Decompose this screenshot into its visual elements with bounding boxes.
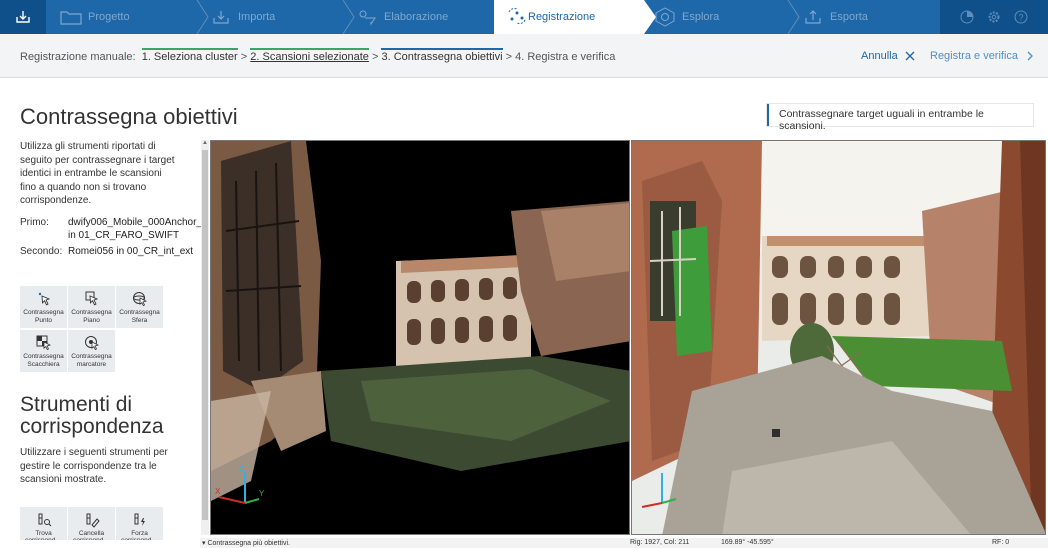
top-nav: Progetto Importa Elaborazione Registrazi… <box>0 0 1048 34</box>
breadcrumb-step-mark-targets: 3. Contrassegna obiettivi <box>381 48 503 63</box>
tools-panel: Utilizza gli strumenti riportati di segu… <box>20 140 202 540</box>
step-progetto[interactable]: Progetto <box>60 0 130 34</box>
breadcrumb: Registrazione manuale: 1. Seleziona clus… <box>0 34 1048 78</box>
register-verify-label: Registra e verifica <box>930 50 1019 62</box>
breadcrumb-separator: > <box>371 51 379 63</box>
step-label: Esplora <box>682 11 720 23</box>
step-label: Elaborazione <box>384 11 449 23</box>
step-label: Progetto <box>88 11 130 23</box>
axis-z-label: Z <box>239 464 244 473</box>
tool-label: Contrassegna Scacchiera <box>23 353 64 368</box>
breadcrumb-step-register-verify: 4. Registra e verifica <box>515 51 616 63</box>
breadcrumb-step-select-cluster[interactable]: 1. Seleziona cluster <box>141 48 238 63</box>
axis-y-label: Y <box>259 489 265 498</box>
panel-description: Utilizza gli strumenti riportati di segu… <box>20 141 175 206</box>
tool-label: Cancella corrispond… <box>73 529 110 541</box>
step-esplora[interactable]: Esplora <box>654 0 719 34</box>
svg-text:?: ? <box>1018 13 1023 23</box>
breadcrumb-step-selected-scans[interactable]: 2. Scansioni selezionate <box>250 48 369 63</box>
hint-box: Contrassegnare target uguali in entrambe… <box>767 104 1033 132</box>
chevron-divider <box>787 0 800 34</box>
step-importa[interactable]: Importa <box>210 0 275 34</box>
register-verify-button[interactable]: Registra e verifica <box>930 50 1036 62</box>
registration-icon <box>506 7 528 28</box>
chevron-right-icon <box>1027 51 1033 61</box>
find-correspondence-button[interactable]: Trova corrispond… <box>20 506 67 541</box>
tool-label: Contrassegna Piano <box>71 309 112 324</box>
breadcrumb-separator: > <box>505 51 513 63</box>
import-icon <box>210 8 232 26</box>
second-scan-value: Romei056 in 00_CR_int_ext <box>68 245 194 257</box>
tool-label: Contrassegna marcatore <box>71 353 112 368</box>
scroll-up-icon[interactable]: ▲ <box>201 140 209 148</box>
progress-icon[interactable] <box>960 10 974 24</box>
second-scan-label: Secondo: <box>20 245 63 257</box>
cancel-button[interactable]: Annulla <box>861 50 916 62</box>
home-import-icon <box>16 11 30 23</box>
find-icon <box>36 512 52 528</box>
scroll-thumb[interactable] <box>202 150 208 520</box>
sphere-icon <box>132 291 148 307</box>
step-label: Registrazione <box>528 11 596 23</box>
point-cloud-second <box>632 141 1045 534</box>
step-elaborazione[interactable]: Elaborazione <box>356 0 448 34</box>
breadcrumb-prefix: Registrazione manuale: <box>20 51 136 63</box>
explore-icon <box>654 7 676 27</box>
home-button[interactable] <box>0 0 46 34</box>
plane-icon <box>84 291 100 307</box>
status-rf: RF: 0 <box>992 539 1010 546</box>
scan-viewport-first[interactable]: Z Y X <box>210 140 630 535</box>
mark-plane-button[interactable]: Contrassegna Piano <box>68 286 115 328</box>
mark-sphere-button[interactable]: Contrassegna Sfera <box>116 286 163 328</box>
mark-point-button[interactable]: Contrassegna Punto <box>20 286 67 328</box>
point-icon <box>36 291 52 307</box>
erase-icon <box>84 512 100 528</box>
mark-marker-button[interactable]: Contrassegna marcatore <box>68 330 115 372</box>
tool-label: Trova corrispond… <box>25 529 62 541</box>
cancel-label: Annulla <box>861 50 898 62</box>
force-icon <box>132 512 148 528</box>
mark-tools: Contrassegna Punto Contrassegna Piano Co… <box>20 286 202 372</box>
step-esporta[interactable]: Esporta <box>802 0 868 34</box>
tool-label: Contrassegna Punto <box>23 309 64 324</box>
folder-icon <box>60 8 82 26</box>
point-cloud-first: Z Y X <box>211 141 629 534</box>
checkerboard-icon <box>36 335 52 351</box>
correspondence-tools: Trova corrispond… Cancella corrispond… F… <box>20 506 202 541</box>
scan-pair-info: Primo: dwify006_Mobile_000Anchor_ in 01_… <box>20 216 202 259</box>
gear-icon[interactable] <box>987 10 1001 24</box>
export-icon <box>802 8 824 26</box>
axis-x-label: X <box>215 487 221 496</box>
delete-correspondence-button[interactable]: Cancella corrispond… <box>68 506 115 541</box>
panel-scrollbar[interactable]: ▲ <box>201 140 209 535</box>
first-scan-label: Primo: <box>20 216 49 228</box>
status-message[interactable]: ▾ Contrassegna più obiettivi. <box>202 539 290 547</box>
step-label: Importa <box>238 11 276 23</box>
nav-utilities: ? <box>940 0 1048 34</box>
status-row-col: Rig: 1927, Col: 211 <box>630 539 690 546</box>
chevron-divider <box>196 0 209 34</box>
help-icon[interactable]: ? <box>1014 10 1028 24</box>
mark-checkerboard-button[interactable]: Contrassegna Scacchiera <box>20 330 67 372</box>
tool-label: Forza corrispond… <box>121 529 158 541</box>
step-label: Esporta <box>830 11 868 23</box>
chevron-divider <box>342 0 355 34</box>
force-correspondence-button[interactable]: Forza corrispond… <box>116 506 163 541</box>
step-registrazione[interactable]: Registrazione <box>494 0 656 34</box>
correspondence-title: Strumenti di corrispondenza <box>20 393 164 438</box>
scan-viewport-second[interactable] <box>631 140 1046 535</box>
tool-label: Contrassegna Sfera <box>119 309 160 324</box>
marker-icon <box>84 335 100 351</box>
status-angles: 169.89° -45.595° <box>721 539 774 546</box>
first-scan-value: dwify006_Mobile_000Anchor_ in 01_CR_FARO… <box>68 216 202 242</box>
correspondence-description: Utilizzare i seguenti strumenti per gest… <box>20 447 168 485</box>
close-icon <box>905 51 915 61</box>
status-bar: ▾ Contrassegna più obiettivi. Rig: 1927,… <box>200 538 1048 548</box>
page-title: Contrassegna obiettivi <box>20 104 238 129</box>
process-icon <box>356 8 378 26</box>
breadcrumb-separator: > <box>240 51 248 63</box>
